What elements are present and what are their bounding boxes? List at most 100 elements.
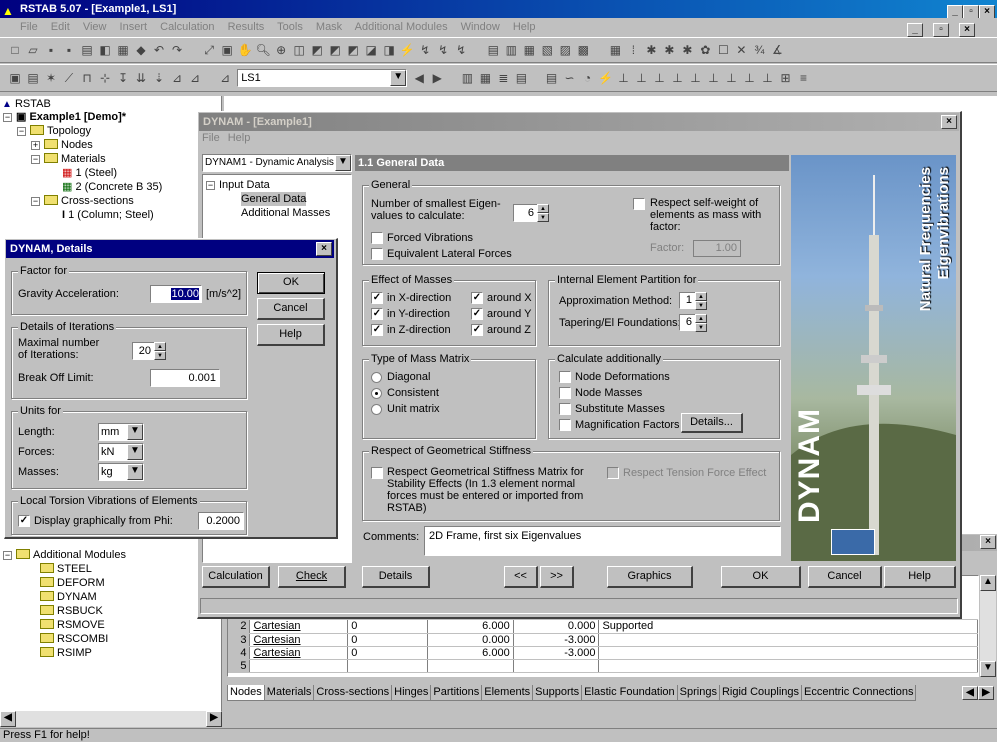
length-select[interactable]: mm ▼ (98, 423, 144, 441)
table5-icon[interactable]: ▨ (557, 42, 574, 58)
cell-ref[interactable]: 0 (347, 633, 428, 647)
help-button[interactable]: Help (884, 566, 956, 588)
nav-input-data[interactable]: Input Data (219, 178, 270, 192)
select-icon[interactable]: ⤢ (201, 42, 218, 58)
menu-help[interactable]: Help (513, 21, 536, 33)
tree-module-dynam[interactable]: DYNAM (40, 590, 97, 604)
forces-dropdown-icon[interactable]: ▼ (127, 444, 143, 460)
r1-icon[interactable]: ▤ (543, 70, 560, 86)
node-masses-checkbox[interactable] (559, 387, 571, 399)
scroll-down-icon[interactable]: ▼ (980, 661, 996, 677)
r2-icon[interactable]: ∽ (561, 70, 578, 86)
view-icon[interactable]: ◫ (291, 42, 308, 58)
cell-type[interactable] (249, 659, 349, 673)
r7-icon[interactable]: ⊥ (651, 70, 668, 86)
prev-loadcase-icon[interactable]: ◀ (411, 70, 428, 86)
loadcase-icon[interactable]: ⊿ (217, 70, 234, 86)
graphics-button[interactable]: Graphics (607, 566, 693, 588)
load-member-icon[interactable]: ⇊ (133, 70, 149, 86)
radio-consistent[interactable] (371, 388, 382, 399)
mass-z-checkbox[interactable]: ✓ (371, 324, 383, 336)
tree-root[interactable]: ▲ RSTAB (2, 97, 51, 111)
cell-z[interactable]: -3.000 (513, 633, 600, 647)
nav-general-data[interactable]: General Data (241, 192, 307, 206)
nav-additional-masses[interactable]: Additional Masses (241, 206, 330, 220)
next-loadcase-icon[interactable]: ▶ (429, 70, 446, 86)
table-row[interactable]: 2 Cartesian 0 6.000 0.000 Supported (228, 620, 978, 634)
cell-type[interactable]: Cartesian (249, 646, 349, 660)
dynam-menu-file[interactable]: File (202, 132, 220, 144)
render3-icon[interactable]: ◩ (345, 42, 362, 58)
tree-expand-materials[interactable]: − (31, 155, 40, 164)
dynam-details-button[interactable]: Details (362, 566, 430, 588)
check-button[interactable]: Check (278, 566, 346, 588)
menu-file[interactable]: File (20, 21, 38, 33)
r6-icon[interactable]: ⊥ (633, 70, 650, 86)
geometric-checkbox[interactable] (371, 467, 383, 479)
cell-type[interactable]: Cartesian (249, 620, 349, 634)
nav-expand-input[interactable]: − (206, 181, 215, 190)
cell-type[interactable]: Cartesian (249, 633, 349, 647)
loadcase-dropdown-icon[interactable]: ▼ (390, 70, 407, 86)
masses-dropdown-icon[interactable]: ▼ (127, 464, 143, 480)
magnification-checkbox[interactable] (559, 419, 571, 431)
view7-icon[interactable]: ☐ (715, 42, 732, 58)
details-close-button[interactable]: × (316, 242, 332, 256)
tab-springs[interactable]: Springs (676, 685, 720, 701)
display-phi-checkbox[interactable]: ✓ (18, 515, 30, 527)
tree-expand-project[interactable]: − (3, 113, 12, 122)
tree-project[interactable]: ▣ Example1 [Demo]* (16, 110, 126, 124)
details-cancel-button[interactable]: Cancel (257, 298, 325, 320)
cell-support[interactable]: Supported (598, 620, 978, 634)
printer-icon[interactable]: ▦ (115, 42, 131, 58)
cell-support[interactable] (598, 646, 978, 660)
table-close-button[interactable]: × (980, 535, 996, 549)
hinge-icon[interactable]: ⊹ (97, 70, 113, 86)
r14-icon[interactable]: ⊞ (777, 70, 794, 86)
doc-minimize-button[interactable]: _ (907, 23, 923, 37)
support-icon[interactable]: ⊓ (79, 70, 95, 86)
approx-spin[interactable]: ▲ ▼ (695, 292, 707, 310)
render2-icon[interactable]: ◩ (327, 42, 344, 58)
table-row[interactable]: 4 Cartesian 0 6.000 -3.000 (228, 646, 978, 660)
render5-icon[interactable]: ◨ (381, 42, 398, 58)
tab-eccentric-connections[interactable]: Eccentric Connections (801, 685, 917, 701)
load-set-icon[interactable]: ⊿ (187, 70, 203, 86)
tree-material-2[interactable]: ▦ 2 (Concrete B 35) (62, 180, 162, 194)
result2-icon[interactable]: ↯ (435, 42, 452, 58)
cell-x[interactable]: 6.000 (427, 620, 514, 634)
r4-icon[interactable]: ⚡ (597, 70, 614, 86)
tab-supports[interactable]: Supports (532, 685, 583, 701)
calculation-button[interactable]: Calculation (202, 566, 270, 588)
cell-z[interactable]: -3.000 (513, 646, 600, 660)
results1-icon[interactable]: ▥ (459, 70, 476, 86)
table-view-icon[interactable]: ▣ (7, 70, 23, 86)
view1-icon[interactable]: ▦ (607, 42, 624, 58)
r3-icon[interactable]: ◔ (579, 70, 596, 86)
print-icon[interactable]: ▤ (79, 42, 95, 58)
view5-icon[interactable]: ✱ (679, 42, 696, 58)
r15-icon[interactable]: ≡ (795, 70, 812, 86)
open-icon[interactable]: ▱ (25, 42, 41, 58)
mass-x-checkbox[interactable]: ✓ (371, 292, 383, 304)
menu-window[interactable]: Window (461, 21, 500, 33)
tree-topology[interactable]: Topology (30, 124, 91, 138)
dynam-menu-help[interactable]: Help (228, 132, 251, 144)
r10-icon[interactable]: ⊥ (705, 70, 722, 86)
radio-diagonal[interactable] (371, 372, 382, 383)
table2-icon[interactable]: ▥ (503, 42, 520, 58)
doc-close-button[interactable]: × (959, 23, 975, 37)
loadcase-select[interactable]: LS1 ▼ (237, 69, 408, 87)
tree-module-deform[interactable]: DEFORM (40, 576, 105, 590)
table-vscrollbar[interactable]: ▲ ▼ (980, 575, 996, 677)
table-row[interactable]: 5 (228, 659, 978, 673)
cell-z[interactable]: 0.000 (513, 620, 600, 634)
masses-select[interactable]: kg ▼ (98, 463, 144, 481)
details-ok-button[interactable]: OK (257, 272, 325, 294)
r11-icon[interactable]: ⊥ (723, 70, 740, 86)
menu-additional-modules[interactable]: Additional Modules (355, 21, 448, 33)
selfweight-checkbox[interactable] (633, 198, 645, 210)
cell-ref[interactable]: 0 (347, 646, 428, 660)
table4-icon[interactable]: ▧ (539, 42, 556, 58)
phi-input[interactable]: 0.2000 (198, 512, 244, 530)
